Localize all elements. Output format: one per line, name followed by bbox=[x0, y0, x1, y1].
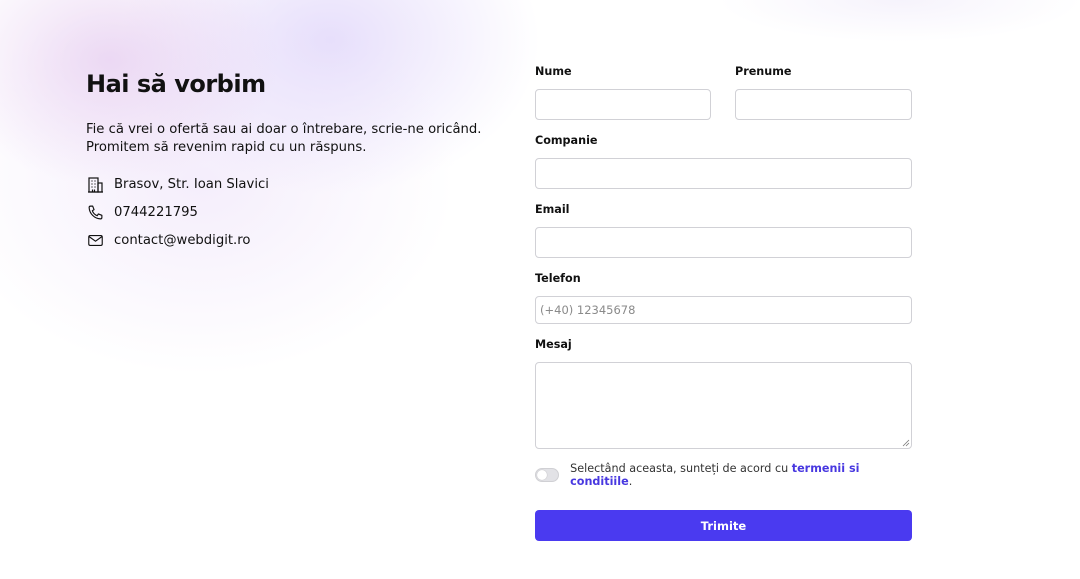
consent-toggle[interactable] bbox=[535, 468, 560, 482]
prenume-label: Prenume bbox=[735, 65, 792, 78]
page-title: Hai să vorbim bbox=[86, 70, 266, 98]
companie-input[interactable] bbox=[535, 158, 912, 189]
telefon-label: Telefon bbox=[535, 272, 581, 285]
companie-label: Companie bbox=[535, 134, 598, 147]
resize-grip-icon[interactable] bbox=[902, 439, 910, 447]
nume-input[interactable] bbox=[535, 89, 711, 120]
consent-prefix: Selectând aceasta, sunteți de acord cu bbox=[570, 462, 792, 475]
email-text[interactable]: contact@webdigit.ro bbox=[114, 233, 250, 248]
mesaj-textarea[interactable] bbox=[535, 362, 912, 449]
telefon-input[interactable] bbox=[535, 296, 912, 324]
submit-button[interactable]: Trimite bbox=[535, 510, 912, 541]
toggle-knob bbox=[537, 470, 547, 480]
address-text: Brasov, Str. Ioan Slavici bbox=[114, 176, 269, 192]
email-item[interactable]: contact@webdigit.ro bbox=[86, 226, 486, 254]
consent-suffix: . bbox=[628, 475, 633, 488]
email-label: Email bbox=[535, 203, 570, 216]
intro-text: Fie că vrei o ofertă sau ai doar o între… bbox=[86, 122, 482, 155]
email-input[interactable] bbox=[535, 227, 912, 258]
prenume-input[interactable] bbox=[735, 89, 912, 120]
consent-row: Selectând aceasta, sunteți de acord cu t… bbox=[535, 462, 912, 488]
contact-info: Hai să vorbim Fie că vrei o ofertă sau a… bbox=[86, 70, 486, 254]
nume-label: Nume bbox=[535, 65, 572, 78]
mesaj-label: Mesaj bbox=[535, 338, 572, 351]
address-item: Brasov, Str. Ioan Slavici bbox=[86, 170, 486, 198]
building-icon bbox=[86, 175, 104, 193]
consent-text: Selectând aceasta, sunteți de acord cu t… bbox=[570, 462, 912, 488]
phone-icon bbox=[86, 203, 104, 221]
phone-text[interactable]: 0744221795 bbox=[114, 205, 198, 220]
contact-details: Brasov, Str. Ioan Slavici 0744221795 con… bbox=[86, 170, 486, 254]
phone-item[interactable]: 0744221795 bbox=[86, 198, 486, 226]
mail-icon bbox=[86, 231, 104, 249]
